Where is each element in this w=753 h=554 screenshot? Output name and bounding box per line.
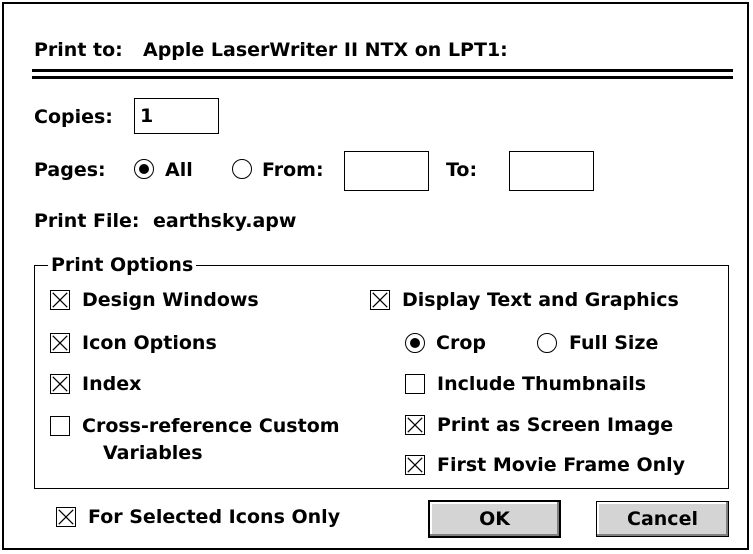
for-selected-icons-label[interactable]: For Selected Icons Only: [88, 506, 340, 528]
ok-button[interactable]: OK: [429, 501, 560, 537]
print-as-screen-image-label[interactable]: Print as Screen Image: [437, 414, 673, 436]
icon-options-label[interactable]: Icon Options: [82, 332, 217, 354]
cross-reference-label-line2[interactable]: Variables: [103, 442, 203, 464]
pages-to-label: To:: [446, 159, 478, 181]
first-movie-frame-checkbox[interactable]: [405, 455, 425, 475]
print-file-label: Print File:: [34, 210, 140, 232]
print-options-legend: Print Options: [48, 255, 197, 275]
cross-reference-checkbox[interactable]: [50, 416, 70, 436]
icon-options-checkbox[interactable]: [50, 333, 70, 353]
display-text-graphics-label[interactable]: Display Text and Graphics: [402, 289, 679, 311]
full-size-label[interactable]: Full Size: [569, 332, 658, 354]
header-divider-top: [32, 69, 733, 72]
pages-from-field[interactable]: [344, 151, 429, 191]
full-size-radio[interactable]: [537, 333, 557, 353]
copies-field[interactable]: [134, 98, 219, 134]
pages-all-label[interactable]: All: [165, 159, 193, 181]
display-text-graphics-checkbox[interactable]: [370, 290, 390, 310]
design-windows-label[interactable]: Design Windows: [82, 289, 259, 311]
pages-from-radio[interactable]: [232, 159, 252, 179]
pages-all-radio[interactable]: [134, 159, 154, 179]
print-file-name: earthsky.apw: [153, 210, 297, 232]
cross-reference-label-line1[interactable]: Cross-reference Custom: [82, 415, 340, 437]
include-thumbnails-label[interactable]: Include Thumbnails: [437, 373, 646, 395]
pages-from-input[interactable]: [345, 152, 428, 190]
print-to-label: Print to:: [34, 39, 123, 61]
copies-label: Copies:: [34, 106, 113, 128]
print-as-screen-image-checkbox[interactable]: [405, 415, 425, 435]
cancel-button[interactable]: Cancel: [596, 501, 729, 537]
for-selected-icons-checkbox[interactable]: [56, 507, 76, 527]
first-movie-frame-label[interactable]: First Movie Frame Only: [437, 454, 685, 476]
copies-input[interactable]: [135, 99, 218, 133]
pages-to-field[interactable]: [509, 151, 594, 191]
index-checkbox[interactable]: [50, 374, 70, 394]
pages-from-label[interactable]: From:: [262, 159, 324, 181]
printer-name: Apple LaserWriter II NTX on LPT1:: [143, 39, 508, 61]
design-windows-checkbox[interactable]: [50, 290, 70, 310]
index-label[interactable]: Index: [82, 373, 141, 395]
pages-to-input[interactable]: [510, 152, 593, 190]
include-thumbnails-checkbox[interactable]: [405, 374, 425, 394]
pages-label: Pages:: [34, 159, 106, 181]
header-divider-bottom: [32, 76, 733, 79]
crop-label[interactable]: Crop: [436, 332, 486, 354]
crop-radio[interactable]: [405, 333, 425, 353]
